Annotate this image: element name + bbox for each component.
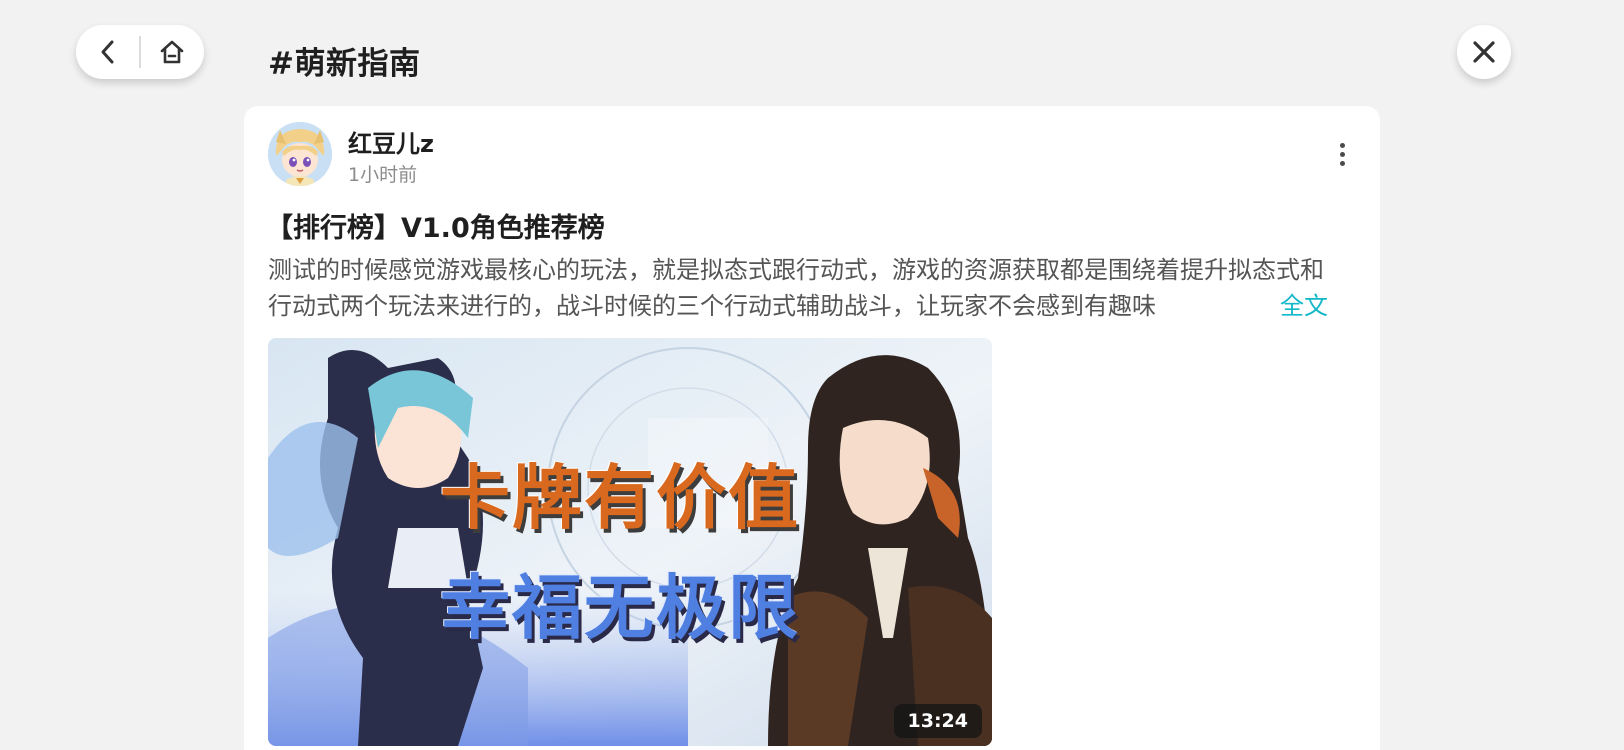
post-timestamp: 1小时前 [348,164,418,186]
page: #萌新指南 红豆儿z 1小时前 【排行榜】V1.0角色推荐榜 测试的时候感觉游戏… [0,0,1624,750]
avatar-image [268,122,332,186]
post-title[interactable]: 【排行榜】V1.0角色推荐榜 [266,206,605,245]
video-duration-badge: 13:24 [893,704,982,738]
author-name[interactable]: 红豆儿z [348,124,434,159]
video-thumbnail[interactable]: 卡牌有价值 幸福无极限 13:24 [268,338,992,746]
home-button[interactable] [141,25,204,79]
more-dot-icon [1339,142,1345,148]
more-dot-icon [1339,160,1345,166]
more-dot-icon [1339,151,1345,157]
chevron-left-icon [101,40,113,64]
back-button[interactable] [76,25,139,79]
page-title: #萌新指南 [268,46,421,82]
home-icon [161,40,184,64]
video-overlay-subtitle: 幸福无极限 [440,567,800,649]
post-card[interactable]: 红豆儿z 1小时前 【排行榜】V1.0角色推荐榜 测试的时候感觉游戏最核心的玩法… [244,106,1380,750]
fulltext-link[interactable]: 全文 [1248,288,1360,324]
close-button[interactable] [1457,25,1511,79]
close-icon [1473,41,1495,63]
post-excerpt[interactable]: 测试的时候感觉游戏最核心的玩法，就是拟态式跟行动式，游戏的资源获取都是围绕着提升… [268,252,1328,326]
video-overlay-title: 卡牌有价值 [440,457,800,539]
avatar[interactable] [268,122,332,186]
more-options-button[interactable] [1330,136,1354,172]
nav-pill [76,25,204,79]
